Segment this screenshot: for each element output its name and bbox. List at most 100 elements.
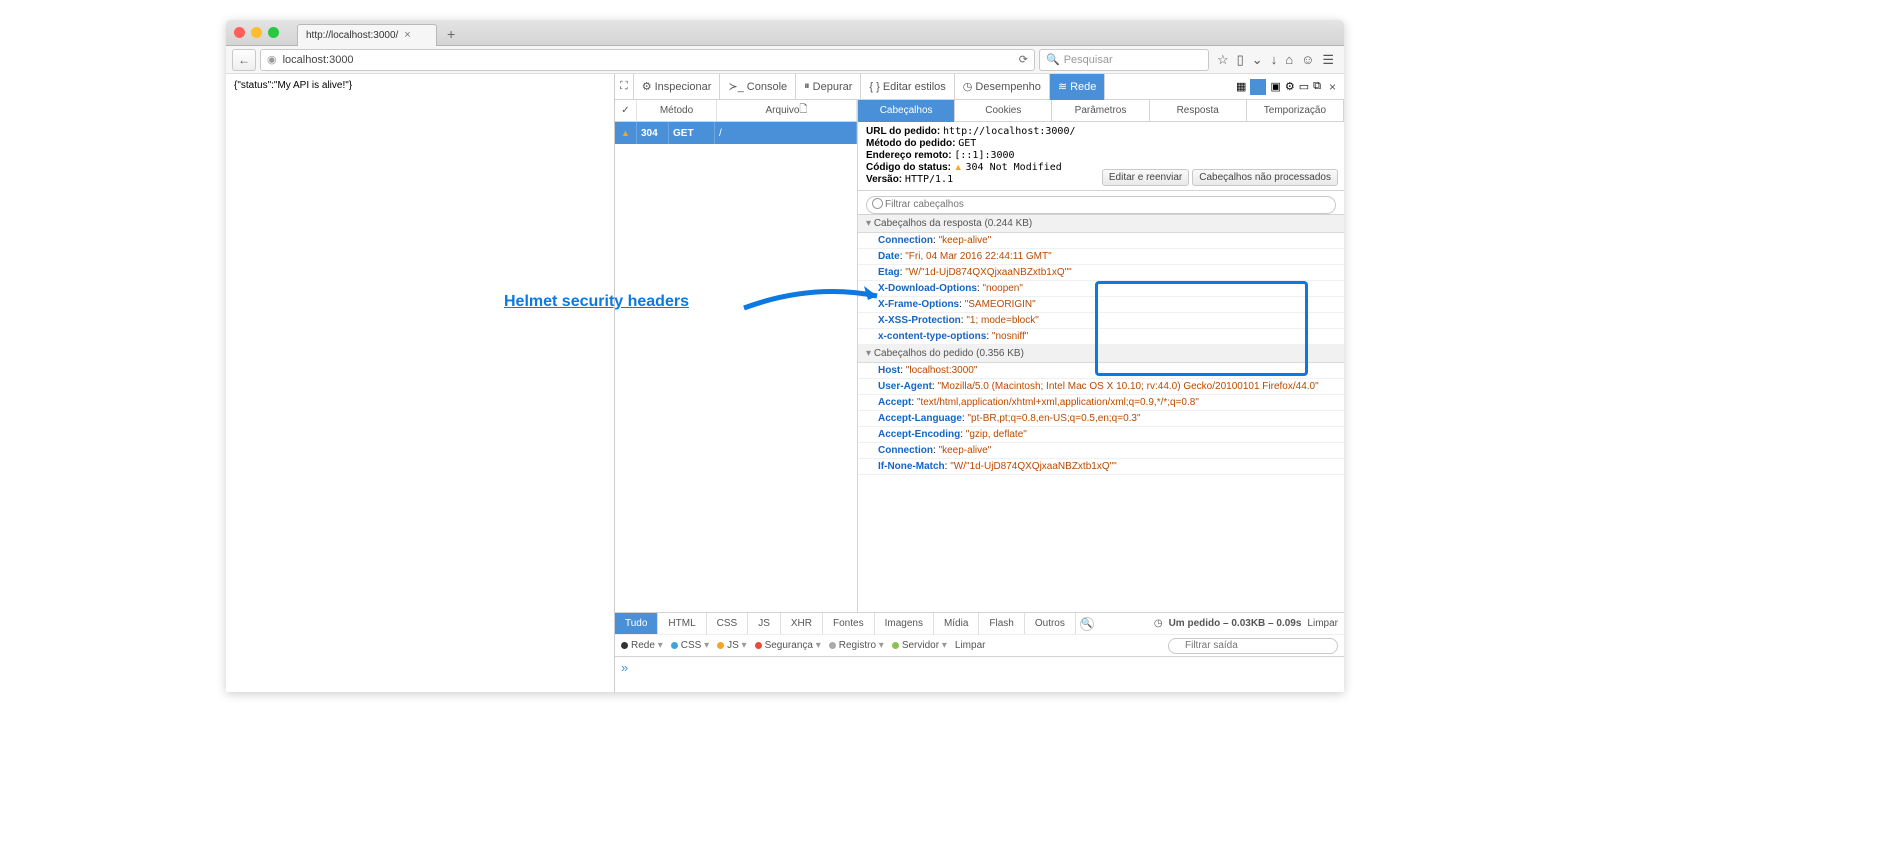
detail-tab-headers[interactable]: Cabeçalhos — [858, 100, 955, 122]
pause-icon: ⏸ — [804, 80, 810, 93]
search-placeholder: Pesquisar — [1064, 54, 1113, 66]
cat-registro[interactable]: Registro ▾ — [829, 640, 884, 651]
filter-flash[interactable]: Flash — [979, 613, 1024, 635]
filter-css[interactable]: CSS — [707, 613, 749, 635]
header-row: Accept-Encoding: "gzip, deflate" — [858, 427, 1344, 443]
responsive-icon[interactable] — [1250, 79, 1266, 95]
refresh-icon[interactable]: ⟳ — [1019, 53, 1028, 66]
browser-window: http://localhost:3000/ × + ← ◉ localhost… — [226, 20, 1344, 692]
search-icon[interactable]: 🔍 — [1080, 617, 1094, 631]
filter-imagens[interactable]: Imagens — [875, 613, 934, 635]
new-tab-icon[interactable]: + — [447, 26, 455, 42]
console-filter-input[interactable] — [1168, 638, 1338, 654]
search-input[interactable]: 🔍 Pesquisar — [1039, 49, 1209, 71]
filter-tudo[interactable]: Tudo — [615, 613, 658, 635]
cat-servidor[interactable]: Servidor ▾ — [892, 640, 947, 651]
clock-icon: ◷ — [963, 80, 973, 93]
raw-headers-button[interactable]: Cabeçalhos não processados — [1192, 169, 1338, 186]
header-row: Connection: "keep-alive" — [858, 233, 1344, 249]
browser-tab[interactable]: http://localhost:3000/ × — [297, 24, 437, 46]
header-row: Etag: "W/"1d-UjD874QXQjxaaNBZxtb1xQ"" — [858, 265, 1344, 281]
traffic-lights — [234, 27, 279, 38]
clear-console-button[interactable]: Limpar — [955, 640, 986, 651]
url-toolbar: ← ◉ localhost:3000 ⟳ 🔍 Pesquisar ☆ ▯ ⌄ ↓… — [226, 46, 1344, 74]
annotation-label: Helmet security headers — [504, 293, 689, 311]
panel-icon[interactable]: ▯ — [1237, 52, 1244, 68]
settings-icon[interactable]: ⚙ — [1285, 80, 1295, 93]
header-row: x-content-type-options: "nosniff" — [858, 329, 1344, 345]
tab-debugger[interactable]: ⏸Depurar — [796, 74, 861, 100]
close-tab-icon[interactable]: × — [404, 29, 410, 41]
filter-input[interactable] — [866, 196, 1336, 214]
pocket-icon[interactable]: ⌄ — [1252, 52, 1263, 68]
tab-styles[interactable]: { }Editar estilos — [861, 74, 954, 100]
layout-icon[interactable]: ▦ — [1236, 80, 1246, 93]
menu-icon[interactable]: ☰ — [1322, 52, 1334, 68]
cat-rede[interactable]: Rede ▾ — [621, 640, 663, 651]
wifi-icon: ≋ — [1058, 80, 1067, 93]
header-row: Connection: "keep-alive" — [858, 443, 1344, 459]
tab-performance[interactable]: ◷Desempenho — [955, 74, 1050, 100]
filter-html[interactable]: HTML — [658, 613, 706, 635]
filter-outros[interactable]: Outros — [1025, 613, 1076, 635]
header-row: Host: "localhost:3000" — [858, 363, 1344, 379]
terminal-icon: ≻_ — [728, 80, 743, 93]
check-col: ✓ — [615, 100, 637, 121]
url-text: localhost:3000 — [283, 54, 354, 66]
request-summary: URL do pedido: http://localhost:3000/ Mé… — [858, 122, 1344, 191]
filter-fontes[interactable]: Fontes — [823, 613, 875, 635]
smile-icon[interactable]: ☺ — [1301, 52, 1314, 68]
cat-seguranca[interactable]: Segurança ▾ — [755, 640, 821, 651]
detail-tab-timing[interactable]: Temporização — [1247, 100, 1344, 122]
tab-inspector[interactable]: ⚙Inspecionar — [634, 74, 721, 100]
search-icon: 🔍 — [1046, 53, 1060, 66]
cat-js[interactable]: JS ▾ — [717, 640, 746, 651]
detail-tab-cookies[interactable]: Cookies — [955, 100, 1052, 122]
gear-icon: ⚙ — [642, 80, 652, 93]
maximize-window-icon[interactable] — [268, 27, 279, 38]
request-headers-title[interactable]: Cabeçalhos do pedido (0.356 KB) — [858, 345, 1344, 363]
content-area: {"status":"My API is alive!"} ⛶ ⚙Inspeci… — [226, 74, 1344, 692]
detail-tab-response[interactable]: Resposta — [1150, 100, 1247, 122]
devtools-tabs: ⛶ ⚙Inspecionar ≻_Console ⏸Depurar { }Edi… — [615, 74, 1344, 100]
method-col: Método — [637, 100, 717, 121]
globe-icon: ◉ — [267, 53, 277, 66]
header-filter — [858, 191, 1344, 215]
download-icon[interactable]: ↓ — [1271, 52, 1278, 68]
popout-icon[interactable]: ⧉ — [1313, 80, 1321, 93]
filter-js[interactable]: JS — [748, 613, 781, 635]
headers-scroll[interactable]: Cabeçalhos da resposta (0.244 KB) Connec… — [858, 215, 1344, 612]
close-window-icon[interactable] — [234, 27, 245, 38]
devtools-right-icons: ▦ ▣ ⚙ ▭ ⧉ × — [1232, 79, 1344, 95]
home-icon[interactable]: ⌂ — [1285, 52, 1293, 68]
header-row: User-Agent: "Mozilla/5.0 (Macintosh; Int… — [858, 379, 1344, 395]
request-details: Cabeçalhos Cookies Parâmetros Resposta T… — [858, 100, 1344, 612]
minimize-window-icon[interactable] — [251, 27, 262, 38]
dock-icon[interactable]: ▭ — [1299, 80, 1309, 93]
back-button[interactable]: ← — [232, 49, 256, 71]
response-headers-title[interactable]: Cabeçalhos da resposta (0.244 KB) — [858, 215, 1344, 233]
filter-midia[interactable]: Mídia — [934, 613, 979, 635]
scratchpad-icon[interactable]: ▣ — [1270, 80, 1280, 93]
tab-console[interactable]: ≻_Console — [720, 74, 796, 100]
bookmark-icon[interactable]: ☆ — [1217, 52, 1229, 68]
filter-bar: Tudo HTML CSS JS XHR Fontes Imagens Mídi… — [615, 612, 1344, 634]
detail-tabs: Cabeçalhos Cookies Parâmetros Resposta T… — [858, 100, 1344, 122]
tab-title: http://localhost:3000/ — [306, 30, 398, 41]
close-devtools-icon[interactable]: × — [1325, 80, 1340, 94]
request-list: ✓ Método Arquivo 🗋 ▲ 304 GET / — [615, 100, 858, 612]
footer-stats: Um pedido – 0.03KB – 0.09s — [1169, 618, 1302, 629]
filter-xhr[interactable]: XHR — [781, 613, 823, 635]
header-row: Date: "Fri, 04 Mar 2016 22:44:11 GMT" — [858, 249, 1344, 265]
panel-toggle-icon[interactable]: ⛶ — [615, 74, 634, 100]
edit-resend-button[interactable]: Editar e reenviar — [1102, 169, 1189, 186]
console-prompt[interactable]: » — [615, 656, 1344, 692]
request-row[interactable]: ▲ 304 GET / — [615, 122, 857, 144]
tab-network[interactable]: ≋Rede — [1050, 74, 1106, 100]
clear-button[interactable]: Limpar — [1307, 618, 1338, 629]
cat-css[interactable]: CSS ▾ — [671, 640, 709, 651]
clock-icon: ◷ — [1154, 618, 1163, 629]
file-icon: 🗋 — [799, 102, 807, 119]
url-input[interactable]: ◉ localhost:3000 ⟳ — [260, 49, 1035, 71]
detail-tab-params[interactable]: Parâmetros — [1052, 100, 1149, 122]
